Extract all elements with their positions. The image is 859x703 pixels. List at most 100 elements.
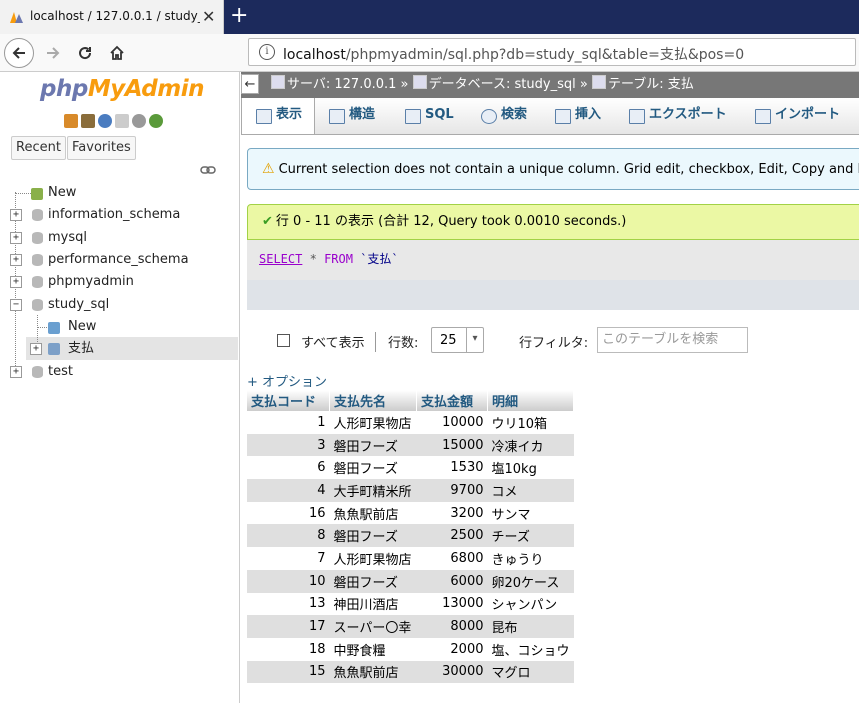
expand-icon[interactable]: + [10, 254, 22, 266]
home-icon[interactable] [64, 113, 78, 128]
sql-keyword-select[interactable]: SELECT [259, 252, 302, 266]
options-link[interactable]: + オプション [247, 371, 327, 390]
sql-icon [405, 109, 421, 124]
url-text: localhost/phpmyadmin/sql.php?db=study_sq… [283, 47, 745, 63]
table-cell: ウリ10箱 [487, 411, 574, 434]
table-row[interactable]: 8 磐田フーズ 2500 チーズ [247, 524, 574, 548]
table-row[interactable]: 6 磐田フーズ 1530 塩10kg [247, 456, 574, 480]
help-icon[interactable] [98, 113, 112, 128]
table-row[interactable]: 18 中野食糧 2000 塩、コショウ [247, 637, 574, 661]
table-row[interactable]: 4 大手町精米所 9700 コメ [247, 479, 574, 502]
gear-icon[interactable] [132, 113, 146, 128]
table-row[interactable]: 13 神田川酒店 13000 シャンパン [247, 592, 574, 616]
browser-tab[interactable]: localhost / 127.0.0.1 / study_sq ✕ [0, 0, 224, 34]
table-cell: 魚魚駅前店 [329, 501, 417, 525]
logout-icon[interactable] [81, 113, 95, 128]
column-header[interactable]: 支払コード [247, 390, 330, 411]
database-icon [32, 232, 43, 244]
table-cell: 6 [247, 456, 330, 480]
tab-structure[interactable]: 構造 [315, 98, 391, 134]
table-row[interactable]: 16 魚魚駅前店 3200 サンマ [247, 501, 574, 525]
database-icon [32, 276, 43, 288]
table-row[interactable]: 7 人形町果物店 6800 きゅうり [247, 547, 574, 570]
expand-icon[interactable]: + [10, 209, 22, 221]
refresh-icon[interactable] [149, 113, 163, 128]
tree-line [15, 193, 31, 194]
collapse-icon[interactable]: − [10, 299, 22, 311]
table-cell: 17 [247, 615, 330, 638]
table-cell: 7 [247, 547, 330, 570]
phpmyadmin-logo[interactable]: phpMyAdmin [40, 76, 204, 102]
tab-import[interactable]: インポート [741, 98, 859, 134]
table-cell: マグロ [487, 660, 574, 684]
tab-sql[interactable]: SQL [391, 98, 467, 134]
favorites-button[interactable]: Favorites [67, 136, 136, 160]
docs-icon[interactable] [115, 113, 129, 128]
expand-icon[interactable]: + [30, 343, 42, 355]
close-tab-icon[interactable]: ✕ [202, 7, 215, 26]
table-icon [48, 343, 60, 355]
table-cell: 磐田フーズ [329, 524, 417, 548]
rows-per-page-select[interactable]: 25 ▾ [431, 327, 484, 353]
expand-icon[interactable]: + [10, 276, 22, 288]
tab-export[interactable]: エクスポート [615, 98, 741, 134]
breadcrumb-server[interactable]: サーバ: 127.0.0.1 [287, 77, 396, 92]
table-cell: 4 [247, 479, 330, 502]
notice-message: ⚠ Current selection does not contain a un… [247, 148, 859, 190]
home-button[interactable] [102, 38, 132, 68]
column-header[interactable]: 支払先名 [329, 390, 417, 411]
table-cell: 10 [247, 569, 330, 593]
sidebar-icon-row [64, 113, 166, 131]
browse-icon [256, 109, 272, 124]
import-icon [755, 109, 771, 124]
results-table: 支払コード 支払先名 支払金額 明細 1 人形町果物店 10000 ウリ10箱 3 磐田フ… [247, 390, 575, 684]
table-cell: 15000 [416, 433, 488, 457]
new-tab-button[interactable]: + [230, 3, 248, 28]
table-cell: 10000 [416, 411, 488, 434]
reload-button[interactable] [70, 38, 100, 68]
top-tabs: 表示 構造 SQL 検索 挿入 エクスポート インポート [241, 98, 859, 135]
table-cell: きゅうり [487, 547, 574, 570]
arrow-right-icon [47, 47, 60, 59]
expand-icon[interactable]: + [10, 366, 22, 378]
rows-label: 行数: [388, 336, 419, 351]
tab-search[interactable]: 検索 [467, 98, 543, 134]
table-row[interactable]: 1 人形町果物店 10000 ウリ10箱 [247, 411, 574, 434]
table-row[interactable]: 10 磐田フーズ 6000 卵20ケース [247, 569, 574, 593]
filter-rows-input[interactable]: このテーブルを検索 [597, 327, 748, 353]
table-cell: 2000 [416, 637, 488, 661]
table-cell: 神田川酒店 [329, 592, 417, 616]
table-row[interactable]: 15 魚魚駅前店 30000 マグロ [247, 660, 574, 684]
info-icon[interactable]: i [259, 44, 275, 60]
back-button[interactable] [4, 38, 34, 68]
breadcrumb-table[interactable]: テーブル: 支払 [608, 77, 694, 92]
structure-icon [329, 109, 345, 124]
table-cell: スーパー〇幸 [329, 615, 417, 638]
collapse-navigation-button[interactable]: ← [241, 74, 259, 94]
table-icon [591, 75, 606, 89]
forward-button[interactable] [38, 38, 68, 68]
table-cell: 昆布 [487, 615, 574, 638]
server-icon [271, 75, 285, 89]
breadcrumb-database[interactable]: データベース: study_sql [429, 77, 576, 92]
recent-button[interactable]: Recent [11, 136, 66, 160]
table-row[interactable]: 3 磐田フーズ 15000 冷凍イカ [247, 433, 574, 457]
column-header[interactable]: 支払金額 [416, 390, 488, 411]
table-cell: 1530 [416, 456, 488, 480]
check-icon: ✔ [262, 214, 273, 229]
address-bar[interactable]: i localhost/phpmyadmin/sql.php?db=study_… [248, 38, 856, 66]
tab-browse[interactable]: 表示 [241, 98, 315, 134]
phpmyadmin-favicon-icon [10, 12, 23, 23]
tab-insert[interactable]: 挿入 [541, 98, 615, 134]
show-all-checkbox[interactable] [277, 334, 290, 347]
link-chain-icon[interactable] [200, 164, 216, 178]
sql-query-footer [247, 280, 859, 310]
column-header[interactable]: 明細 [487, 390, 575, 411]
table-cell: 8 [247, 524, 330, 548]
table-cell: 魚魚駅前店 [329, 660, 417, 684]
show-all-label[interactable]: すべて表示 [301, 332, 365, 351]
database-icon [412, 75, 427, 89]
table-row[interactable]: 17 スーパー〇幸 8000 昆布 [247, 615, 574, 638]
filter-label: 行フィルタ: [519, 336, 589, 351]
expand-icon[interactable]: + [10, 232, 22, 244]
